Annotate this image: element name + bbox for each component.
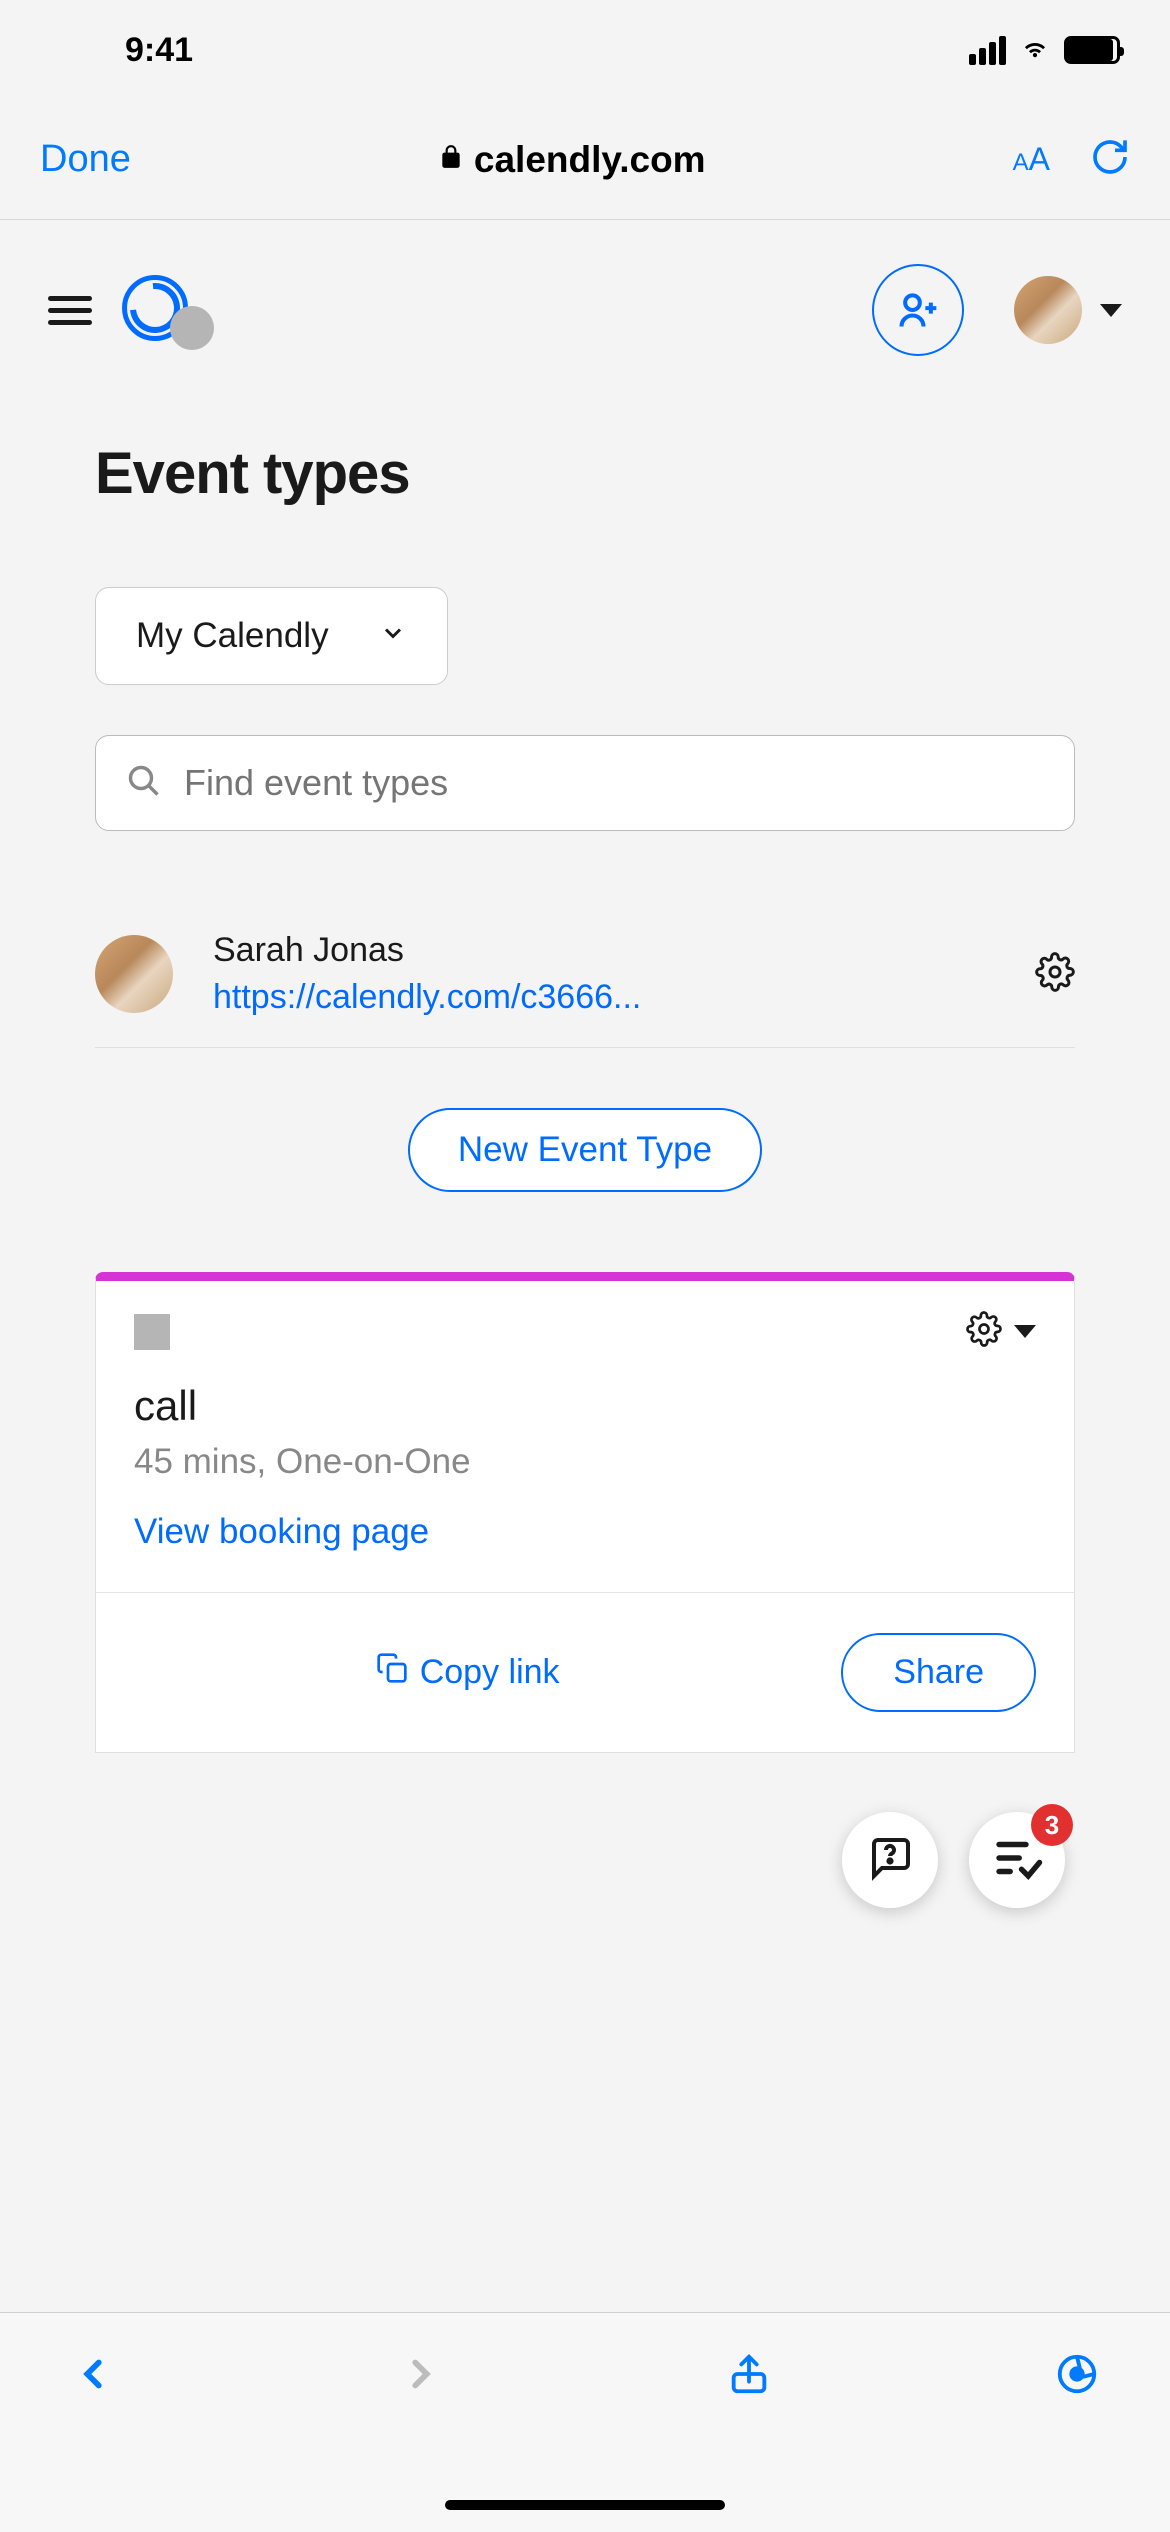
cellular-signal-icon: [969, 36, 1006, 65]
notification-badge: 3: [1031, 1804, 1073, 1846]
user-settings-button[interactable]: [1035, 952, 1075, 997]
copy-icon: [376, 1652, 408, 1693]
text-size-button[interactable]: AA: [1013, 141, 1050, 178]
chevron-down-icon: [1100, 304, 1122, 317]
event-meta: 45 mins, One-on-One: [134, 1442, 1036, 1482]
status-icons: [969, 31, 1120, 70]
avatar: [95, 935, 173, 1013]
browser-bottom-nav: [0, 2312, 1170, 2532]
url-display[interactable]: calendly.com: [131, 139, 1013, 181]
copy-link-label: Copy link: [420, 1653, 560, 1692]
account-menu[interactable]: [1014, 276, 1122, 344]
user-booking-link[interactable]: https://calendly.com/c3666...: [213, 978, 995, 1017]
home-indicator[interactable]: [445, 2500, 725, 2510]
wifi-icon: [1018, 31, 1052, 70]
gear-icon: [966, 1311, 1002, 1352]
user-profile-row: Sarah Jonas https://calendly.com/c3666..…: [95, 901, 1075, 1048]
app-header: [0, 220, 1170, 400]
url-text: calendly.com: [474, 139, 706, 181]
view-booking-page-link[interactable]: View booking page: [134, 1512, 1036, 1552]
event-title: call: [134, 1382, 1036, 1430]
calendly-selector-dropdown[interactable]: My Calendly: [95, 587, 448, 685]
back-button[interactable]: [70, 2351, 116, 2402]
chevron-down-icon: [379, 616, 407, 656]
battery-icon: [1064, 36, 1120, 64]
reload-button[interactable]: [1090, 137, 1130, 182]
copy-link-button[interactable]: Copy link: [134, 1652, 801, 1693]
menu-button[interactable]: [48, 289, 92, 332]
chevron-down-icon: [1014, 1325, 1036, 1338]
forward-button[interactable]: [398, 2351, 444, 2402]
status-bar: 9:41: [0, 0, 1170, 100]
search-icon: [126, 763, 162, 804]
calendly-logo[interactable]: [122, 275, 192, 345]
event-checkbox[interactable]: [134, 1314, 170, 1350]
page-title: Event types: [0, 400, 1170, 587]
help-chat-icon: [866, 1834, 914, 1887]
help-floating-button[interactable]: [842, 1812, 938, 1908]
status-time: 9:41: [125, 31, 193, 70]
new-event-type-button[interactable]: New Event Type: [408, 1108, 762, 1192]
user-name: Sarah Jonas: [213, 931, 995, 970]
done-button[interactable]: Done: [40, 138, 131, 181]
event-type-card: call 45 mins, One-on-One View booking pa…: [95, 1272, 1075, 1753]
share-button[interactable]: Share: [841, 1633, 1036, 1712]
event-settings-button[interactable]: [966, 1311, 1036, 1352]
share-nav-button[interactable]: [726, 2351, 772, 2402]
tasks-floating-button[interactable]: 3: [969, 1812, 1065, 1908]
tabs-nav-button[interactable]: [1054, 2351, 1100, 2402]
lock-icon: [438, 144, 464, 175]
search-box[interactable]: [95, 735, 1075, 831]
invite-user-button[interactable]: [872, 264, 964, 356]
avatar: [1014, 276, 1082, 344]
search-input[interactable]: [184, 762, 1044, 804]
browser-address-bar: Done calendly.com AA: [0, 100, 1170, 220]
dropdown-label: My Calendly: [136, 616, 329, 656]
